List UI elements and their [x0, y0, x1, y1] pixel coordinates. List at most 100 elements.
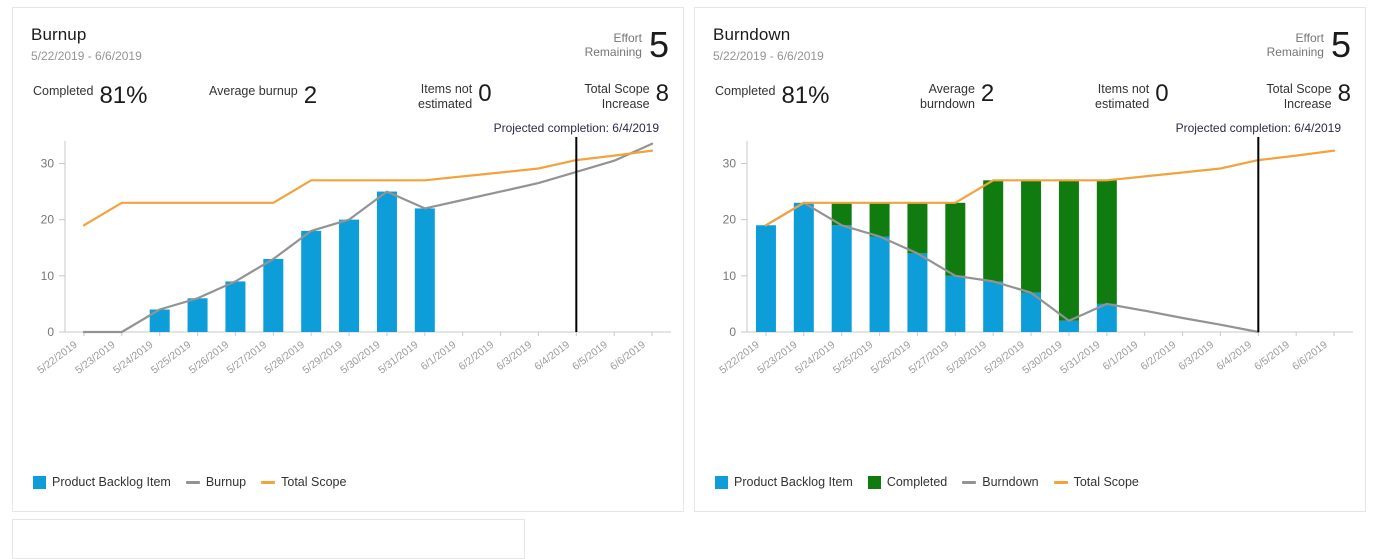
burnup-legend-item[interactable]: Total Scope — [261, 475, 346, 489]
burndown-legend-item[interactable]: Total Scope — [1053, 475, 1139, 489]
burnup-effort-remaining-label: Effort Remaining — [585, 31, 642, 59]
burnup-kpi-completed-value: 81% — [99, 82, 148, 109]
x-tick-label: 5/25/2019 — [831, 339, 876, 377]
y-tick-label: 20 — [41, 213, 55, 227]
bar-product-backlog-item — [1058, 320, 1079, 332]
burnup-kpi-average-label: Average burnup — [209, 84, 298, 99]
x-tick-label: 5/29/2019 — [982, 339, 1027, 377]
bar-completed — [1096, 180, 1117, 304]
burnup-chart-plot[interactable]: 0 10 20 30 5/22/2019 5/23/2019 5/24/2019 5/25/2… — [13, 120, 683, 420]
bar-product-backlog-item — [831, 225, 852, 332]
next-widget-card-partial[interactable] — [12, 519, 525, 559]
burnup-card-header: Burnup 5/22/2019 - 6/6/2019 Effort Remai… — [13, 8, 683, 120]
x-tick-label: 5/28/2019 — [262, 339, 307, 377]
legend-item-label: Product Backlog Item — [52, 475, 171, 489]
effort-remaining-line2: Remaining — [584, 45, 642, 59]
legend-item-label: Completed — [886, 475, 948, 489]
burndown-legend-item[interactable]: Product Backlog Item — [715, 475, 853, 489]
burndown-kpi-average-burndown: Average burndown 2 — [920, 82, 994, 112]
burnup-kpi-items-not-estimated: Items not estimated 0 — [418, 82, 492, 112]
burnup-kpi-average-burnup: Average burnup 2 — [209, 84, 317, 108]
kpi-label-line1: Completed — [33, 84, 94, 98]
burndown-title: Burndown — [713, 25, 791, 44]
x-tick-label: 5/27/2019 — [907, 339, 952, 377]
x-tick-label: 6/1/2019 — [419, 339, 459, 373]
legend-item-label: Burndown — [982, 475, 1039, 489]
legend-line-icon — [1053, 480, 1068, 484]
legend-swatch-icon — [33, 475, 46, 489]
kpi-label-line1: Completed — [715, 84, 776, 98]
bar-product-backlog-item — [907, 253, 928, 332]
x-tick-label: 6/3/2019 — [1176, 339, 1216, 373]
burnup-legend-item[interactable]: Product Backlog Item — [33, 475, 171, 489]
x-tick-label: 5/31/2019 — [376, 339, 421, 377]
burnup-kpi-completed: Completed 81% — [33, 84, 148, 108]
x-tick-label: 5/26/2019 — [869, 339, 914, 377]
burndown-card-header: Burndown 5/22/2019 - 6/6/2019 Effort Rem… — [695, 8, 1365, 120]
burndown-kpi-completed: Completed 81% — [715, 84, 830, 108]
legend-line-icon — [261, 480, 276, 484]
burnup-kpi-average-value: 2 — [303, 82, 318, 109]
burndown-kpi-items-label: Items not estimated — [1095, 82, 1149, 112]
kpi-label-line2: estimated — [1095, 97, 1150, 111]
x-tick-label: 6/5/2019 — [1252, 339, 1292, 373]
kpi-label-line1: Average burnup — [209, 84, 298, 98]
kpi-label-line1: Total Scope — [1266, 82, 1332, 96]
x-tick-label: 5/24/2019 — [793, 339, 838, 377]
x-tick-label: 5/25/2019 — [149, 339, 194, 377]
kpi-label-line2: estimated — [418, 97, 473, 111]
burndown-chart-plot[interactable]: 0 10 20 30 5/22/2019 5/23/2019 5/24/2019 5/25/2… — [695, 120, 1365, 420]
x-tick-label: 6/2/2019 — [457, 339, 497, 373]
projected-completion-label: Projected completion: 6/4/2019 — [494, 121, 660, 135]
bar-completed — [945, 202, 966, 276]
burndown-legend-item[interactable]: Burndown — [962, 475, 1039, 489]
burnup-title: Burnup — [31, 25, 87, 44]
bar-product-backlog-item — [869, 236, 890, 332]
x-tick-label: 6/1/2019 — [1101, 339, 1141, 373]
burnup-kpi-row: Completed 81% Average burnup 2 Items not… — [13, 78, 683, 118]
burndown-kpi-average-value: 2 — [980, 80, 995, 107]
burndown-kpi-total-scope-increase: Total Scope Increase 8 — [1266, 82, 1351, 112]
y-tick-label: 10 — [723, 269, 737, 283]
x-tick-label: 6/4/2019 — [1214, 339, 1254, 373]
x-tick-label: 5/23/2019 — [73, 339, 118, 377]
burndown-widget-card[interactable]: Burndown 5/22/2019 - 6/6/2019 Effort Rem… — [694, 7, 1366, 512]
x-tick-label: 6/4/2019 — [532, 339, 572, 373]
x-tick-label: 6/6/2019 — [608, 339, 648, 373]
burnup-effort-remaining-value: 5 — [648, 24, 669, 65]
burnup-kpi-items-label: Items not estimated — [418, 82, 472, 112]
burndown-legend-item[interactable]: Completed — [867, 475, 948, 489]
legend-swatch-icon — [715, 475, 728, 489]
burnup-chart-legend: Product Backlog Item Burnup Total Scope — [33, 475, 352, 489]
y-tick-label: 0 — [47, 325, 54, 339]
burndown-effort-remaining-label: Effort Remaining — [1267, 31, 1324, 59]
legend-item-label: Burnup — [205, 475, 247, 489]
effort-remaining-line1: Effort — [613, 31, 642, 45]
bar-completed — [1021, 180, 1042, 293]
kpi-label-line1: Items not — [420, 82, 473, 96]
burnup-widget-card[interactable]: Burnup 5/22/2019 - 6/6/2019 Effort Remai… — [12, 7, 684, 512]
burndown-kpi-average-label: Average burndown — [920, 82, 975, 112]
y-tick-label: 30 — [723, 156, 737, 170]
burnup-date-range: 5/22/2019 - 6/6/2019 — [31, 49, 142, 63]
bar-completed — [869, 202, 890, 237]
kpi-label-line2: burndown — [920, 97, 975, 111]
effort-remaining-line1: Effort — [1295, 31, 1324, 45]
x-tick-label: 6/6/2019 — [1290, 339, 1330, 373]
burnup-legend-item[interactable]: Burnup — [185, 475, 247, 489]
bar-product-backlog-item — [793, 202, 814, 332]
legend-swatch-icon — [867, 475, 881, 489]
line-burnup — [82, 142, 654, 334]
bar-product-backlog-item — [414, 208, 435, 332]
x-tick-label: 5/27/2019 — [225, 339, 270, 377]
burndown-kpi-items-not-estimated: Items not estimated 0 — [1095, 82, 1169, 112]
x-tick-label: 6/5/2019 — [570, 339, 610, 373]
x-tick-label: 5/22/2019 — [717, 339, 762, 377]
y-tick-label: 20 — [723, 213, 737, 227]
legend-item-label: Total Scope — [281, 475, 347, 489]
burnup-kpi-items-value: 0 — [478, 80, 492, 107]
burndown-kpi-row: Completed 81% Average burndown 2 Items n… — [695, 78, 1365, 118]
burnup-kpi-completed-label: Completed — [33, 84, 93, 99]
effort-remaining-line2: Remaining — [1266, 45, 1324, 59]
x-tick-label: 5/30/2019 — [338, 339, 383, 377]
